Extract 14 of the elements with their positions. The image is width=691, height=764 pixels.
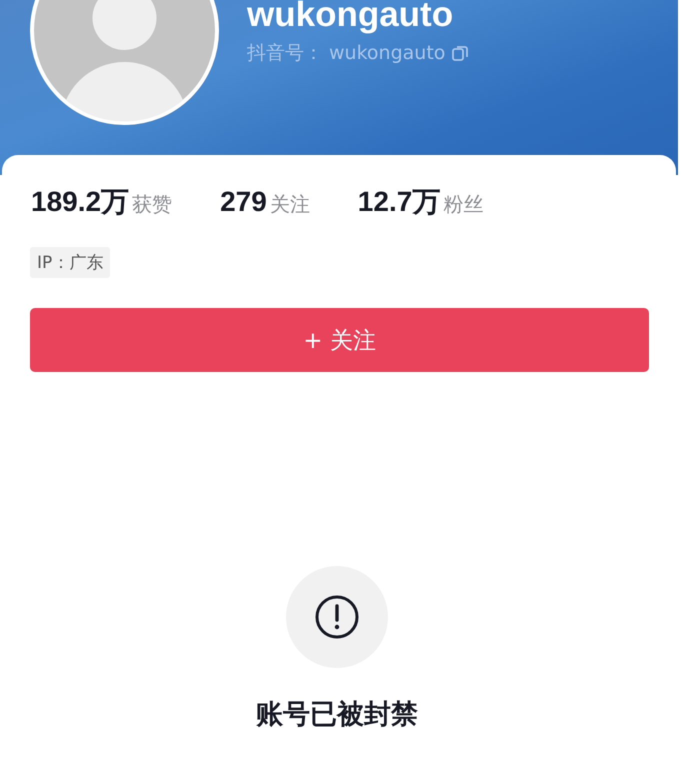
id-value: wukongauto <box>329 41 446 66</box>
exclamation-icon <box>314 594 360 640</box>
stat-value: 12.7万 <box>358 185 440 219</box>
stat-label: 获赞 <box>132 191 172 218</box>
ip-location-tag: IP：广东 <box>30 247 110 278</box>
stat-value: 279 <box>220 186 267 218</box>
copy-icon[interactable] <box>451 44 470 62</box>
stat-value: 189.2万 <box>31 185 130 219</box>
follow-button[interactable]: + 关注 <box>30 308 649 372</box>
ban-message: 账号已被封禁 <box>256 698 418 732</box>
stat-label: 粉丝 <box>443 191 484 218</box>
stat-label: 关注 <box>270 191 310 218</box>
id-label: 抖音号： <box>247 41 323 66</box>
username: wukongauto <box>247 0 454 36</box>
